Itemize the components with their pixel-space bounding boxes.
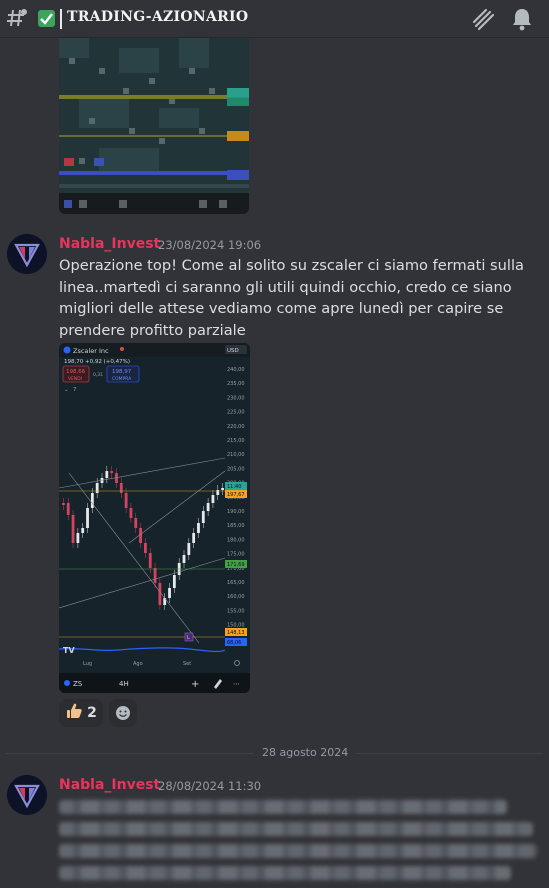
plus-icon[interactable]: + [191,679,199,690]
channel-name: TRADING-AZIONARIO [67,9,249,25]
indicators-count: 7 [73,387,77,393]
candle-body [197,523,200,533]
candle-body [81,528,85,533]
reaction-thumbs-up[interactable]: 2 [59,699,103,727]
zscaler-logo-icon [63,346,71,354]
symbol[interactable]: ZS [73,680,83,688]
message-text: Operazione top! Come al solito su zscale… [59,257,524,339]
candle-body [86,508,89,528]
candle-body [192,533,196,543]
candle-body [144,543,147,553]
threads-icon[interactable] [470,6,496,32]
price-axis-tick: 185,00 [227,523,245,529]
price-tag: 11:40 [227,484,241,490]
candle-body [76,533,80,543]
candle-body [95,483,99,493]
channel-separator [60,9,62,29]
timeframe[interactable]: 4H [119,680,129,688]
message-author[interactable]: Nabla_Invest [59,777,160,793]
price-axis-tick: 210,00 [227,452,245,458]
channel-header: TRADING-AZIONARIO [0,0,549,38]
price-axis-tick: 220,00 [227,424,245,430]
message-timestamp: 28/08/2024 11:30 [158,779,262,793]
price-axis-tick: 205,00 [227,466,245,472]
time-axis-label: Lug [83,661,92,667]
attached-image-pixelated[interactable] [59,38,249,214]
sell-label: VENDI [68,376,82,382]
candle-body [211,495,215,503]
candle-body [201,511,205,523]
blurred-text-line [59,844,537,858]
price-axis-tick: 230,00 [227,395,245,401]
candle-body [139,528,142,543]
candle-body [148,553,152,568]
blurred-text-line [59,800,507,814]
candle-body [172,575,176,588]
candle-body [105,471,109,478]
attached-chart-image[interactable]: Zscaler Inc USD 198,70 +0,92 (+0,47%) 19… [59,343,250,693]
candle-body [129,508,133,518]
thumbs-up-icon [65,702,83,724]
candle-body [66,503,70,515]
price-axis-tick: 180,00 [227,537,245,543]
price-tag: 171,69 [227,562,245,568]
price-axis-tick: 225,00 [227,410,245,416]
candle-body [134,518,138,528]
candle-body [221,488,224,490]
candle-body [110,471,114,473]
price-tag: 197,67 [227,492,245,498]
avatar[interactable] [7,775,47,815]
candle-body [71,515,75,543]
price-change: 198,70 +0,92 (+0,47%) [64,359,130,365]
price-tag: 68,06 [227,640,241,646]
candle-body [124,493,128,508]
time-axis-label: Set [183,661,191,667]
tradingview-chart: Zscaler Inc USD 198,70 +0,92 (+0,47%) 19… [59,343,250,693]
price-axis-tick: 240,00 [227,367,245,373]
buy-label: COMPRA [112,376,132,382]
check-mark-icon [38,10,55,27]
date-divider-label: 28 agosto 2024 [254,746,357,759]
price-axis-tick: 215,00 [227,438,245,444]
candle-body [153,568,157,583]
price-axis-tick: 235,00 [227,381,245,387]
add-reaction-button[interactable] [109,699,137,727]
symbol-logo-icon [64,680,70,686]
reaction-count: 2 [87,705,97,721]
more-icon[interactable]: ⋯ [233,680,240,688]
indicators-toggle[interactable]: ⌄ [64,387,69,393]
bell-icon[interactable] [509,6,535,32]
time-axis-label: Ago [133,661,143,667]
candle-body [187,543,191,555]
message-timestamp: 23/08/2024 19:06 [158,238,262,252]
blurred-text-line [59,866,511,880]
price-axis-tick: 165,00 [227,580,245,586]
tradingview-logo-icon: TV [63,646,75,655]
blurred-text-line [59,822,533,836]
text-channel-threads-icon [7,9,27,27]
candle-body [206,503,210,511]
candle-body [119,483,123,493]
price-axis-tick: 190,00 [227,509,245,515]
candle-body [158,583,162,605]
candle-body [182,555,186,563]
buy-price[interactable]: 198,97 [112,369,132,375]
smiley-icon [116,706,130,720]
price-axis-tick: 155,00 [227,608,245,614]
avatar[interactable] [7,234,47,274]
sell-price[interactable]: 198,66 [66,369,86,375]
price-tag: 148,13 [227,630,245,636]
price-axis-tick: 150,00 [227,623,245,629]
currency-selector[interactable]: USD [227,348,239,354]
candle-body [62,503,65,505]
candle-body [168,588,171,598]
chart-title: Zscaler Inc [73,347,109,355]
price-axis-tick: 160,00 [227,594,245,600]
marker-label: L [187,635,190,641]
candle-body [90,493,94,508]
price-axis-tick: 175,00 [227,552,245,558]
spread: 0,31 [93,372,103,378]
message-author[interactable]: Nabla_Invest [59,236,160,252]
